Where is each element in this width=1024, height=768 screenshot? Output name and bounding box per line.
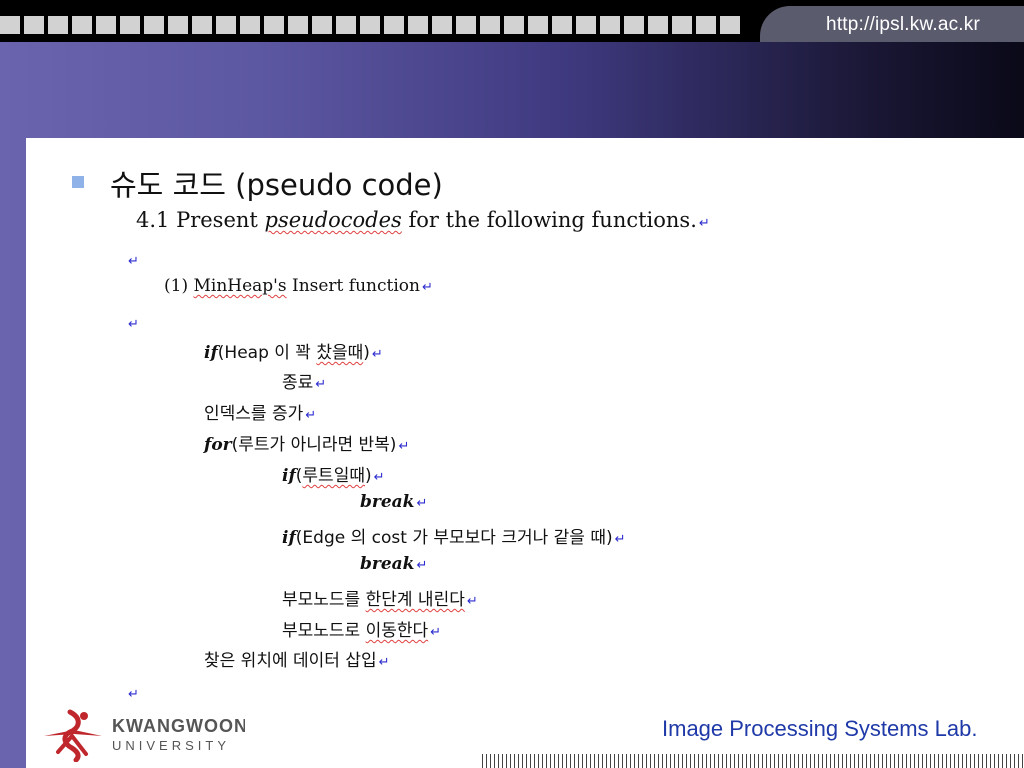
code-line-7: if(Edge 의 cost 가 부모보다 크거나 같을 때) ↵ [282,528,626,548]
code-line-1: if(Heap 이 꽉 찼을때) ↵ [204,343,383,363]
empty-line: ↵ [126,250,139,269]
return-mark-icon: ↵ [416,558,428,573]
slide-heading: 슈도 코드 (pseudo code) [110,168,443,202]
content-area [26,138,1024,768]
return-mark-icon: ↵ [416,496,428,511]
code-line-4: for(루트가 아니라면 반복) ↵ [204,435,410,455]
return-mark-icon: ↵ [698,216,710,231]
return-mark-icon: ↵ [421,280,433,295]
site-url: http://ipsl.kw.ac.kr [826,14,980,35]
return-mark-icon: ↵ [128,254,139,269]
return-mark-icon: ↵ [430,625,442,640]
top-bar: http://ipsl.kw.ac.kr [0,0,1024,42]
return-mark-icon: ↵ [466,594,478,609]
code-line-3: 인덱스를 증가 ↵ [204,404,317,424]
barcode-stripe [482,754,1024,768]
code-line-2: 종료 ↵ [282,373,327,393]
return-mark-icon: ↵ [398,439,410,454]
decorative-squares [0,16,740,34]
item-title: (1) MinHeap's Insert function ↵ [164,276,433,296]
code-line-9: 부모노드를 한단계 내린다 ↵ [282,590,478,610]
empty-line: ↵ [126,313,139,332]
code-line-11: 찾은 위치에 데이터 삽입 ↵ [204,651,390,671]
code-line-10: 부모노드로 이동한다 ↵ [282,621,442,641]
kwangwoon-emblem-icon [44,709,102,762]
code-line-8: break ↵ [360,554,428,574]
empty-line: ↵ [126,683,139,702]
code-line-6: break ↵ [360,492,428,512]
kwangwoon-logo: KWANGWOON UNIVERSITY [44,709,245,762]
lab-name: Image Processing Systems Lab. [662,716,978,741]
return-mark-icon: ↵ [373,470,385,485]
return-mark-icon: ↵ [315,377,327,392]
return-mark-icon: ↵ [371,347,383,362]
subtitle: 4.1 Present pseudocodes for the followin… [136,208,710,232]
return-mark-icon: ↵ [128,687,139,702]
logo-line2: UNIVERSITY [112,738,230,753]
logo-line1: KWANGWOON [112,716,245,736]
code-line-5: if(루트일때) ↵ [282,466,385,486]
return-mark-icon: ↵ [305,408,317,423]
return-mark-icon: ↵ [128,317,139,332]
square-bullet-icon [72,176,84,188]
return-mark-icon: ↵ [614,532,626,547]
return-mark-icon: ↵ [378,655,390,670]
